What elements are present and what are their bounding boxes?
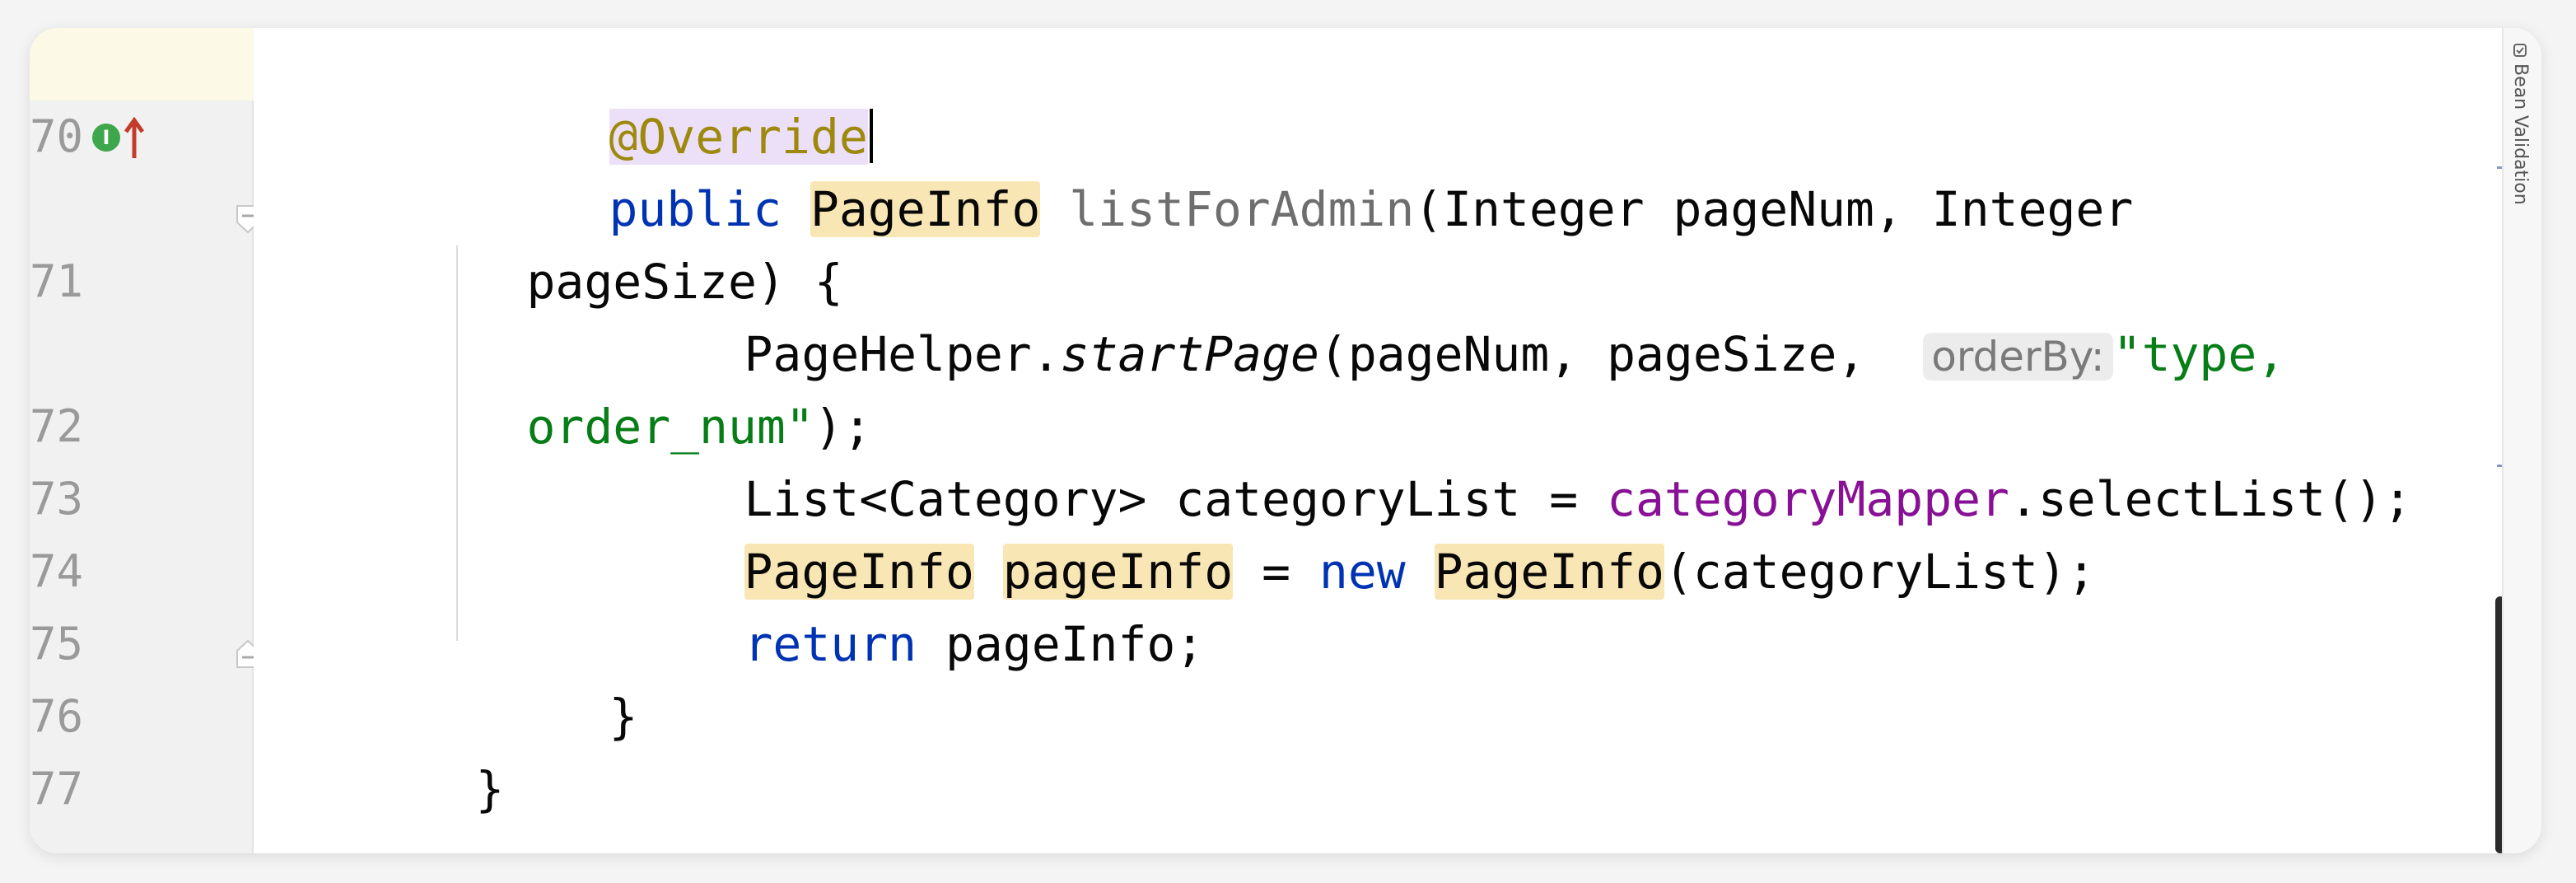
code-line-74[interactable]: return pageInfo; bbox=[572, 535, 1205, 672]
constructor-pageinfo: PageInfo bbox=[1434, 544, 1664, 600]
implements-gutter-icon[interactable]: I bbox=[92, 117, 166, 158]
line-number: 73 bbox=[30, 473, 84, 525]
line-number-gutter[interactable]: 69 70 I 71 72 73 74 75 76 77 bbox=[30, 28, 259, 853]
keyword-return: return bbox=[744, 616, 917, 672]
class-close-brace: } bbox=[475, 761, 505, 817]
return-value: pageInfo; bbox=[917, 616, 1205, 672]
bean-validation-tab[interactable]: Bean Validation bbox=[2510, 43, 2531, 205]
code-line-70-wrap[interactable]: pageSize) { bbox=[354, 173, 843, 310]
implementation-arrow-icon bbox=[124, 117, 145, 158]
startpage-args: (pageNum, pageSize, bbox=[1318, 326, 1895, 382]
code-line-73[interactable]: PageInfo pageInfo = new PageInfo(categor… bbox=[572, 463, 2096, 600]
method-params: (Integer pageNum, Integer bbox=[1414, 181, 2134, 237]
parameter-hint-orderby: orderBy: bbox=[1923, 333, 2113, 381]
string-literal: "type, bbox=[2112, 326, 2286, 382]
line-number: 77 bbox=[30, 763, 84, 815]
line-number: 71 bbox=[30, 255, 84, 307]
code-line-76[interactable]: } bbox=[303, 680, 505, 817]
constructor-args: (categoryList); bbox=[1664, 544, 2096, 600]
bean-validation-label: Bean Validation bbox=[2510, 63, 2531, 205]
line-number: 75 bbox=[30, 618, 84, 670]
type-pageinfo: PageInfo bbox=[810, 181, 1041, 237]
implements-badge: I bbox=[92, 124, 120, 152]
line-number: 72 bbox=[30, 400, 84, 452]
code-line-75[interactable]: } bbox=[436, 608, 638, 745]
code-area[interactable]: @Override public PageInfo listForAdmin(I… bbox=[254, 28, 2502, 853]
bean-validation-icon bbox=[2513, 44, 2527, 57]
code-line-69[interactable]: @Override bbox=[436, 28, 873, 165]
right-tool-strip: Bean Validation bbox=[2502, 28, 2541, 853]
code-line-72[interactable]: List<Category> categoryList = categoryMa… bbox=[572, 390, 2412, 527]
code-editor-window: 69 70 I 71 72 73 74 75 76 77 @Override bbox=[30, 28, 2541, 853]
assign-operator: = bbox=[1233, 544, 1319, 600]
method-close-brace: } bbox=[609, 689, 638, 745]
line-number: 70 bbox=[30, 110, 84, 162]
code-line-71[interactable]: PageHelper.startPage(pageNum, pageSize, … bbox=[572, 245, 2286, 382]
code-line-71-wrap[interactable]: order_num"); bbox=[354, 318, 872, 455]
line-number: 76 bbox=[30, 690, 84, 742]
line-number: 74 bbox=[30, 545, 84, 597]
code-line-70[interactable]: public PageInfo listForAdmin(Integer pag… bbox=[436, 100, 2133, 237]
static-method-startpage: startPage bbox=[1060, 326, 1319, 382]
keyword-new: new bbox=[1318, 544, 1406, 600]
method-name: listForAdmin bbox=[1069, 181, 1415, 237]
